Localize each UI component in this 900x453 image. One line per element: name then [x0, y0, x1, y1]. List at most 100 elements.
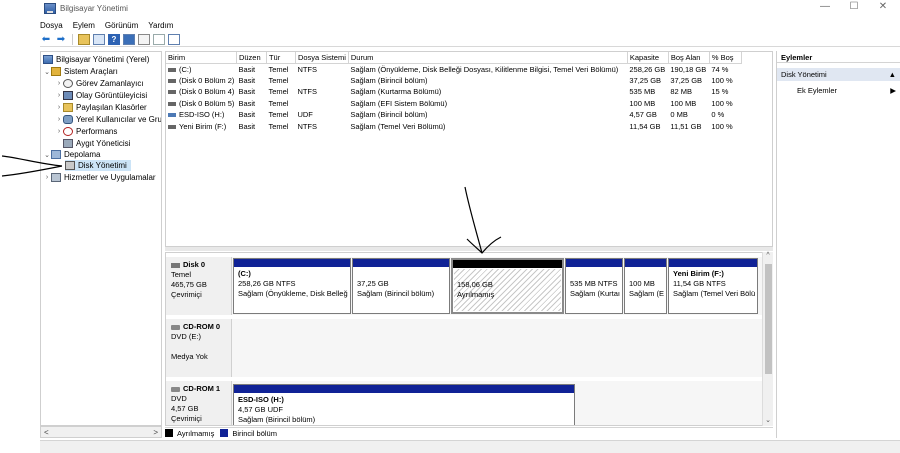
column-header-free-space[interactable]: Boş Alan	[668, 52, 710, 64]
partition-recovery[interactable]: 535 MB NTFS Sağlam (Kurtaı	[565, 258, 623, 314]
expand-toggle[interactable]: ⌄	[43, 68, 51, 76]
column-header-volume[interactable]: Birim	[166, 52, 237, 64]
expand-toggle[interactable]: ›	[43, 174, 51, 181]
expand-toggle[interactable]: ›	[55, 116, 63, 123]
scroll-right-button[interactable]: >	[153, 428, 158, 437]
connect-icon[interactable]	[138, 34, 150, 45]
actions-header: Eylemler	[777, 51, 900, 63]
cell-volume: Yeni Birim (F:)	[166, 121, 236, 133]
cell-type: Temel	[268, 87, 289, 97]
pane-splitter[interactable]	[165, 247, 773, 251]
legend-swatch-primary	[220, 429, 229, 437]
tree-item-disk-management[interactable]: Disk Yönetimi	[65, 160, 131, 171]
cd-volume-icon	[168, 113, 176, 118]
checklist-icon[interactable]	[153, 34, 165, 45]
table-row[interactable]: Yeni Birim (F:) Basit Temel NTFS Sağlam …	[166, 121, 741, 133]
expand-toggle[interactable]: ›	[55, 80, 63, 87]
tree-item-device-manager[interactable]: Aygıt Yöneticisi	[63, 138, 130, 149]
actions-group-disk-management[interactable]: Disk Yönetimi ▲	[777, 68, 900, 81]
menu-file[interactable]: Dosya	[40, 21, 63, 30]
tools-icon	[51, 67, 61, 76]
menu-help[interactable]: Yardım	[148, 21, 173, 30]
action-more-actions[interactable]: Ek Eylemler ▶	[777, 84, 900, 96]
tree-item-task-scheduler[interactable]: › Görev Zamanlayıcı	[55, 78, 144, 89]
show-hide-tree-icon[interactable]	[93, 34, 105, 45]
disk-icon	[171, 262, 180, 268]
scrollbar-thumb[interactable]	[765, 264, 772, 374]
table-row[interactable]: ESD-ISO (H:) Basit Temel UDF Sağlam (Bir…	[166, 109, 741, 121]
volume-icon	[168, 124, 176, 129]
table-row[interactable]: (Disk 0 Bölüm 4) Basit Temel NTFS Sağlam…	[166, 86, 741, 98]
partition-disk0-part2[interactable]: 37,25 GB Sağlam (Birincil bölüm)	[352, 258, 450, 314]
tree-item-storage[interactable]: ⌄ Depolama	[43, 149, 100, 160]
cell-capacity: 4,57 GB	[629, 110, 657, 120]
volume-icon	[168, 101, 176, 106]
expand-toggle[interactable]: ⌄	[43, 151, 51, 159]
scroll-up-button[interactable]: ^	[763, 252, 773, 259]
forward-arrow-icon[interactable]: ➡	[55, 34, 67, 45]
view-icon[interactable]	[168, 34, 180, 45]
tree-item-root[interactable]: Bilgisayar Yönetimi (Yerel)	[43, 54, 149, 65]
cell-type: Temel	[268, 110, 289, 120]
window-title: Bilgisayar Yönetimi	[60, 3, 128, 13]
table-row[interactable]: (C:) Basit Temel NTFS Sağlam (Önyükleme,…	[166, 63, 741, 75]
collapse-icon[interactable]: ▲	[889, 70, 896, 79]
tree-item-system-tools[interactable]: ⌄ Sistem Araçları	[43, 66, 118, 77]
tree-item-performance[interactable]: › Performans	[55, 126, 117, 137]
up-folder-icon[interactable]	[78, 34, 90, 45]
cell-volume: ESD-ISO (H:)	[166, 109, 236, 121]
partition-c[interactable]: (C:) 258,26 GB NTFS Sağlam (Önyükleme, D…	[233, 258, 351, 314]
tree-horizontal-scrollbar[interactable]: < >	[40, 426, 162, 438]
menu-action[interactable]: Eylem	[73, 21, 95, 30]
close-button[interactable]: ✕	[866, 0, 900, 16]
cell-free-space: 37,25 GB	[670, 75, 703, 85]
disk-0-label[interactable]: Disk 0 Temel 465,75 GB Çevrimiçi	[166, 257, 232, 315]
column-header-status[interactable]: Durum	[348, 52, 628, 64]
cell-status: Sağlam (Birincil bölüm)	[350, 75, 428, 85]
tree-item-services[interactable]: › Hizmetler ve Uygulamalar	[43, 172, 156, 183]
partition-f[interactable]: Yeni Birim (F:) 11,54 GB NTFS Sağlam (Te…	[668, 258, 758, 314]
help-icon[interactable]: ?	[108, 34, 120, 45]
column-header-filesystem[interactable]: Dosya Sistemi	[295, 52, 349, 64]
users-icon	[63, 115, 73, 124]
expand-toggle[interactable]: ›	[55, 104, 63, 111]
partition-h[interactable]: ESD-ISO (H:) 4,57 GB UDF Sağlam (Birinci…	[233, 384, 575, 425]
cell-filesystem: UDF	[297, 110, 313, 120]
cell-layout: Basit	[238, 121, 256, 131]
navigation-tree: Bilgisayar Yönetimi (Yerel) ⌄ Sistem Ara…	[40, 51, 162, 426]
properties-icon[interactable]	[123, 34, 135, 45]
tree-item-shared-folders[interactable]: › Paylaşılan Klasörler	[55, 102, 147, 113]
cell-layout: Basit	[238, 64, 256, 74]
expand-toggle[interactable]: ›	[55, 92, 63, 99]
cell-capacity: 258,26 GB	[629, 64, 666, 74]
cdrom-1-label[interactable]: CD-ROM 1 DVD 4,57 GB Çevrimiçi	[166, 381, 232, 425]
tree-item-local-users[interactable]: › Yerel Kullanıcılar ve Gru	[55, 114, 161, 125]
expand-toggle[interactable]: ›	[55, 128, 63, 135]
cell-volume: (Disk 0 Bölüm 5)	[166, 98, 236, 110]
storage-icon	[51, 150, 61, 159]
cell-filesystem: NTFS	[297, 121, 318, 131]
tree-item-event-viewer[interactable]: › Olay Görüntüleyicisi	[55, 90, 147, 101]
table-row[interactable]: (Disk 0 Bölüm 5) Basit Temel Sağlam (EFI…	[166, 98, 741, 110]
cdrom-0-label[interactable]: CD-ROM 0 DVD (E:) Medya Yok	[166, 319, 232, 377]
cdrom-icon	[171, 386, 180, 392]
column-header-layout[interactable]: Düzen	[236, 52, 267, 64]
volume-icon	[168, 78, 176, 83]
cell-percent-free: 100 %	[711, 98, 733, 108]
graph-vertical-scrollbar[interactable]: ^ ⌄	[762, 252, 773, 426]
scroll-left-button[interactable]: <	[44, 428, 49, 437]
partition-efi[interactable]: 100 MB Sağlam (E	[624, 258, 667, 314]
cell-free-space: 100 MB	[670, 98, 697, 108]
table-row[interactable]: (Disk 0 Bölüm 2) Basit Temel Sağlam (Bir…	[166, 75, 741, 87]
cell-filesystem	[295, 98, 348, 110]
column-header-percent-free[interactable]: % Boş	[709, 52, 742, 64]
column-header-type[interactable]: Tür	[266, 52, 296, 64]
cell-status: Sağlam (Birincil bölüm)	[350, 110, 428, 120]
toolbar: ⬅ ➡ ?	[40, 33, 900, 47]
services-icon	[51, 173, 61, 182]
scroll-down-button[interactable]: ⌄	[763, 416, 773, 424]
column-header-capacity[interactable]: Kapasite	[627, 52, 669, 64]
back-arrow-icon[interactable]: ⬅	[40, 34, 52, 45]
partition-unallocated[interactable]: 158,06 GB Ayrılmamış	[451, 258, 564, 314]
menu-view[interactable]: Görünüm	[105, 21, 138, 30]
